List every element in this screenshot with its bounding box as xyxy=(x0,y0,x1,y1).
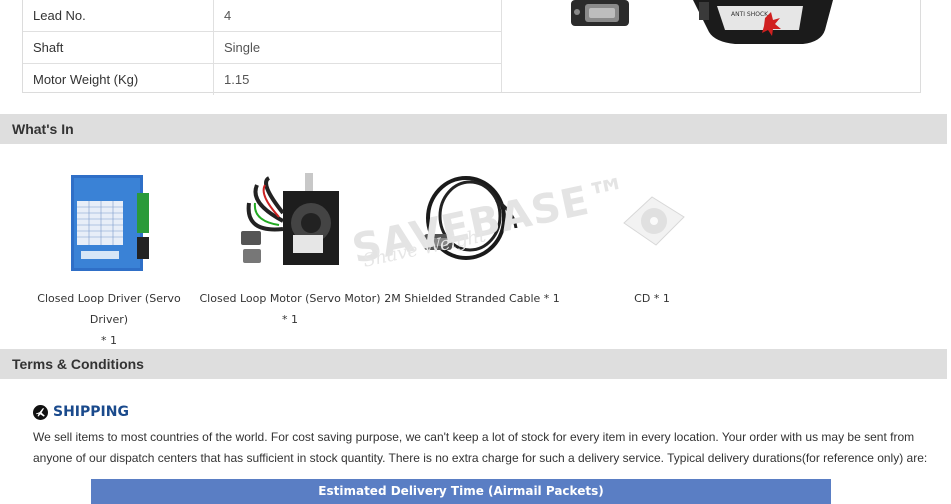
spec-value: 4 xyxy=(213,0,501,32)
spec-label: Shaft xyxy=(23,31,214,64)
item-caption: Closed Loop Motor (Servo Motor) * 1 xyxy=(198,288,382,330)
spec-divider xyxy=(501,0,502,92)
shipping-heading: SHIPPING xyxy=(33,402,129,422)
spec-row: Motor Weight (Kg) 1.15 xyxy=(23,63,501,95)
spec-row: Shaft Single xyxy=(23,31,501,64)
item-caption: Closed Loop Driver (Servo Driver) * 1 xyxy=(18,288,200,351)
item-name: 2M Shielded Stranded Cable * 1 xyxy=(384,292,560,305)
delivery-time-table-header: Estimated Delivery Time (Airmail Packets… xyxy=(91,479,831,504)
driver-box-image: ANTI SHOCK xyxy=(693,0,833,44)
driver-image xyxy=(71,173,156,273)
spec-label: Lead No. xyxy=(23,0,214,32)
airplane-icon xyxy=(33,404,48,420)
item-caption: CD * 1 xyxy=(592,288,712,309)
motor-image xyxy=(239,173,341,273)
spec-row: Lead No. 4 xyxy=(23,0,501,32)
spec-value: Single xyxy=(213,31,501,64)
shipping-title: SHIPPING xyxy=(53,404,129,420)
spec-value: 1.15 xyxy=(224,72,250,87)
svg-text:ANTI SHOCK: ANTI SHOCK xyxy=(731,11,769,18)
spec-table: Lead No. 4 Shaft Single Motor Weight (Kg… xyxy=(22,0,921,95)
item-name: Closed Loop Motor (Servo Motor) xyxy=(199,292,381,305)
item-name: Closed Loop Driver (Servo Driver) xyxy=(37,292,181,326)
shipping-description: We sell items to most countries of the w… xyxy=(33,430,928,465)
section-terms-conditions: Terms & Conditions xyxy=(0,349,947,379)
item-qty: * 1 xyxy=(282,313,298,326)
item-name: CD * 1 xyxy=(634,292,670,305)
item-qty: * 1 xyxy=(101,334,117,347)
item-caption: 2M Shielded Stranded Cable * 1 xyxy=(382,288,562,309)
cd-image xyxy=(622,193,686,248)
section-whats-in: What's In xyxy=(0,114,947,144)
spec-label: Motor Weight (Kg) xyxy=(23,63,214,95)
product-photo: ANTI SHOCK xyxy=(503,0,921,92)
db9-connector-image xyxy=(571,0,629,26)
